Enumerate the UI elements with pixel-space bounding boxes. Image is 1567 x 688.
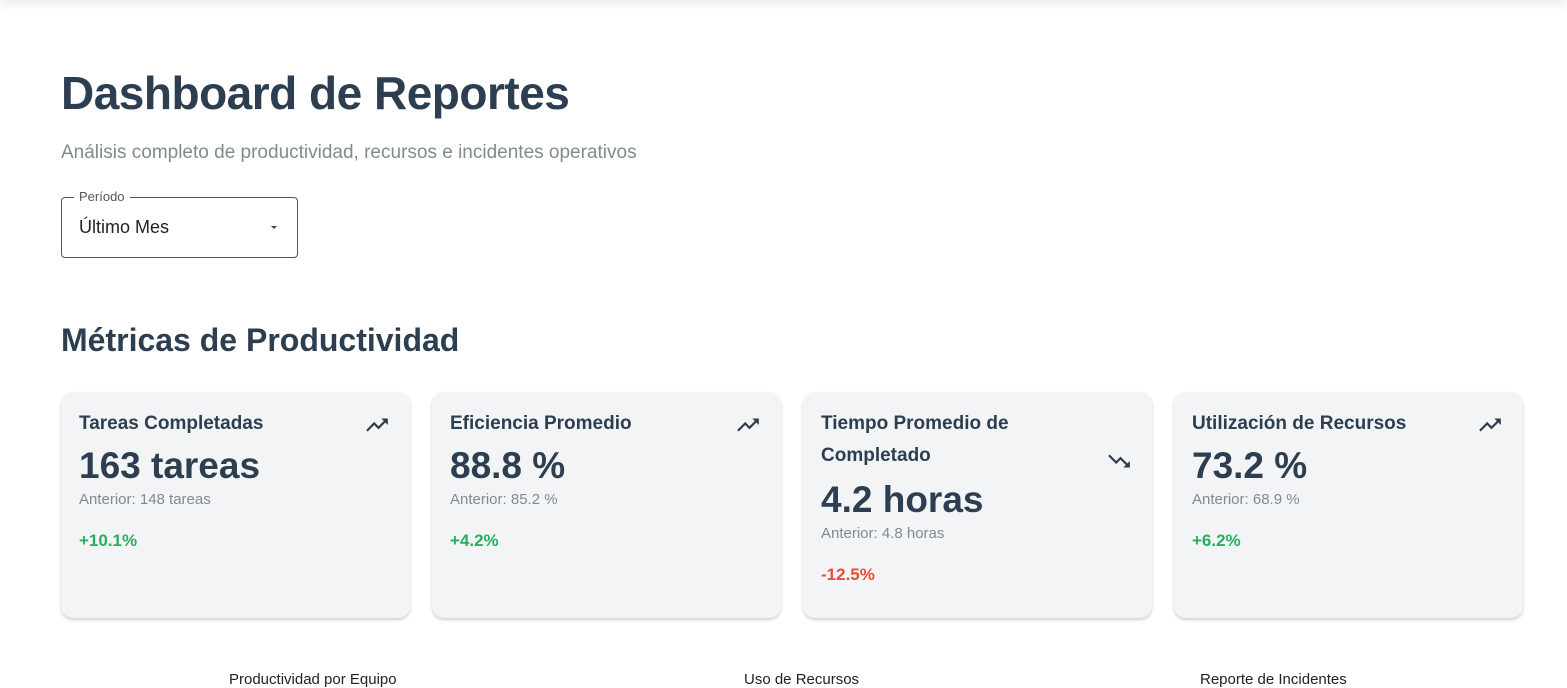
metric-card-title: Utilización de Recursos: [1192, 413, 1407, 434]
trending-up-icon: [366, 418, 388, 432]
metric-card-title: Tareas Completadas: [79, 413, 264, 434]
period-select-value: Último Mes: [79, 217, 170, 237]
page-subtitle: Análisis completo de productividad, recu…: [61, 142, 637, 163]
period-select-label: Período: [74, 189, 130, 205]
metric-card-change: +10.1%: [79, 531, 138, 550]
dropdown-arrow-icon: [271, 226, 277, 229]
trending-down-icon: [1108, 454, 1130, 468]
trending-up-icon: [1479, 418, 1501, 432]
metric-card-previous: Anterior: 4.8 horas: [821, 525, 945, 542]
metric-card-value: 163 tareas: [79, 445, 261, 486]
period-select[interactable]: Período Último Mes: [61, 189, 298, 258]
metric-card-title: Tiempo Promedio de Completado: [821, 413, 1009, 466]
metric-card-change: +4.2%: [450, 531, 499, 550]
metric-card-value: 4.2 horas: [821, 479, 984, 520]
chart-title-resource-usage: Uso de Recursos: [744, 671, 860, 688]
chart-title-productivity-by-team: Productividad por Equipo: [229, 671, 397, 688]
metric-card-value: 88.8 %: [450, 445, 566, 486]
metrics-cards: Tareas Completadas 163 tareas Anterior: …: [61, 392, 1524, 618]
trending-up-icon: [737, 418, 759, 432]
metric-card-average-completion-time: Tiempo Promedio de Completado 4.2 horas …: [803, 392, 1152, 618]
metric-card-previous: Anterior: 85.2 %: [450, 491, 558, 508]
metric-card-change: +6.2%: [1192, 531, 1241, 550]
metrics-section-title: Métricas de Productividad: [61, 322, 460, 358]
metric-card-tasks-completed: Tareas Completadas 163 tareas Anterior: …: [61, 392, 410, 618]
page-title: Dashboard de Reportes: [61, 67, 570, 119]
metric-card-average-efficiency: Eficiencia Promedio 88.8 % Anterior: 85.…: [432, 392, 781, 618]
metric-card-previous: Anterior: 68.9 %: [1192, 491, 1300, 508]
metric-card-title: Eficiencia Promedio: [450, 413, 632, 434]
metric-card-resource-utilization: Utilización de Recursos 73.2 % Anterior:…: [1174, 392, 1523, 618]
metric-card-value: 73.2 %: [1192, 445, 1308, 486]
metric-card-previous: Anterior: 148 tareas: [79, 491, 211, 508]
metric-card-change: -12.5%: [821, 565, 875, 584]
chart-title-incident-report: Reporte de Incidentes: [1200, 671, 1347, 688]
